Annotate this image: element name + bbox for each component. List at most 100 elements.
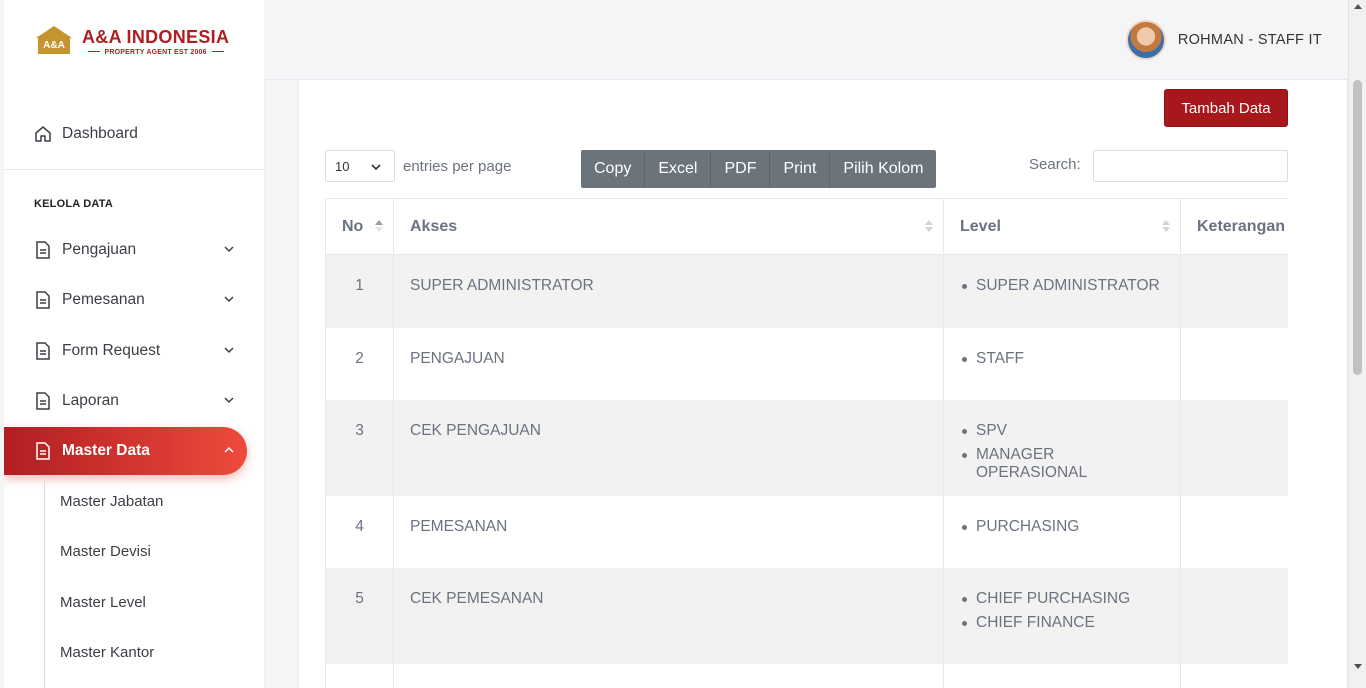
sidebar-item-label: Pengajuan [62, 241, 137, 258]
content-card: Tambah Data 10 entries per page Copy Exc… [298, 80, 1346, 688]
cell-akses: CEK PENGAJUAN [393, 399, 944, 496]
sidebar-item-form-request[interactable]: Form Request [4, 327, 247, 375]
cell-no: 5 [325, 567, 394, 664]
level-item: SPV [960, 422, 1164, 440]
column-visibility-button[interactable]: Pilih Kolom [830, 150, 936, 188]
chevron-down-icon [224, 347, 234, 354]
sidebar-subitem-master-kantor[interactable]: Master Kantor [60, 644, 154, 661]
level-item: SUPER ADMINISTRATOR [960, 277, 1164, 295]
level-item: PURCHASING [960, 518, 1164, 536]
table-row [325, 663, 1288, 688]
chevron-down-icon [224, 246, 234, 253]
top-header: ROHMAN - STAFF IT [264, 0, 1348, 80]
chevron-down-icon [224, 296, 234, 303]
excel-button[interactable]: Excel [645, 150, 712, 188]
print-button[interactable]: Print [770, 150, 831, 188]
document-icon [34, 392, 52, 410]
cell-level: STAFF [943, 327, 1181, 400]
sidebar-item-pemesanan[interactable]: Pemesanan [4, 276, 247, 324]
cell-level: CHIEF PURCHASING CHIEF FINANCE [943, 567, 1181, 664]
cell-keterangan [1180, 567, 1288, 664]
data-table-wrapper: No Akses Level Keterangan 1 SUPER ADMINI… [325, 198, 1288, 688]
column-header-no[interactable]: No [325, 198, 394, 255]
search-input[interactable] [1093, 150, 1288, 182]
cell-keterangan [1180, 327, 1288, 400]
entries-control: 10 entries per page [325, 150, 511, 182]
chevron-down-icon [371, 164, 381, 171]
document-icon [34, 241, 52, 259]
avatar[interactable] [1125, 20, 1166, 60]
cell-level: SPV MANAGER OPERASIONAL [943, 399, 1181, 496]
column-header-level[interactable]: Level [943, 198, 1181, 255]
sidebar-subitem-master-level[interactable]: Master Level [60, 594, 146, 611]
sidebar-item-master-data[interactable]: Master Data [4, 427, 247, 475]
scrollbar-thumb[interactable] [1353, 80, 1362, 375]
logo-mark-icon: A&A [34, 26, 74, 56]
column-header-keterangan[interactable]: Keterangan [1180, 198, 1288, 255]
add-data-button[interactable]: Tambah Data [1164, 89, 1288, 127]
sidebar-item-laporan[interactable]: Laporan [4, 377, 247, 425]
sort-asc-icon [375, 220, 383, 232]
brand-name: A&A INDONESIA [82, 26, 230, 47]
cell-no: 1 [325, 254, 394, 328]
user-name: ROHMAN - STAFF IT [1177, 32, 1322, 48]
cell-akses: PEMESANAN [393, 495, 944, 568]
table-row: 5 CEK PEMESANAN CHIEF PURCHASING CHIEF FI… [325, 567, 1288, 664]
brand-logo[interactable]: A&A A&A INDONESIA PROPERTY AGENT EST 200… [34, 26, 229, 56]
cell-level: SUPER ADMINISTRATOR [943, 254, 1181, 328]
level-item: MANAGER OPERASIONAL [960, 446, 1164, 482]
table-row: 3 CEK PENGAJUAN SPV MANAGER OPERASIONAL [325, 399, 1288, 496]
sidebar-subitem-master-jabatan[interactable]: Master Jabatan [60, 493, 163, 510]
cell-keterangan [1180, 495, 1288, 568]
cell-akses: PENGAJUAN [393, 327, 944, 400]
cell-no: 4 [325, 495, 394, 568]
sidebar-item-label: Master Data [62, 442, 150, 459]
column-header-akses[interactable]: Akses [393, 198, 944, 255]
data-table: No Akses Level Keterangan 1 SUPER ADMINI… [325, 198, 1288, 688]
cell-keterangan [1180, 399, 1288, 496]
export-button-group: Copy Excel PDF Print Pilih Kolom [581, 150, 937, 188]
document-icon [34, 342, 52, 360]
entries-per-page-select[interactable]: 10 [325, 150, 395, 182]
cell-no: 2 [325, 327, 394, 400]
cell-akses: SUPER ADMINISTRATOR [393, 254, 944, 328]
entries-label: entries per page [403, 157, 512, 175]
level-item: STAFF [960, 350, 1164, 368]
table-row: 2 PENGAJUAN STAFF [325, 327, 1288, 400]
copy-button[interactable]: Copy [581, 150, 646, 188]
table-header-row: No Akses Level Keterangan [325, 198, 1288, 255]
chevron-up-icon [224, 446, 234, 453]
cell-level: PURCHASING [943, 495, 1181, 568]
divider [4, 169, 264, 170]
entries-value: 10 [335, 158, 350, 174]
sidebar-item-label: Dashboard [62, 125, 138, 142]
submenu-line [44, 480, 45, 688]
cell-no: 3 [325, 399, 394, 496]
home-icon [34, 125, 52, 143]
level-item: CHIEF FINANCE [960, 614, 1164, 632]
section-label: KELOLA DATA [34, 198, 113, 210]
sidebar-item-label: Laporan [62, 392, 119, 409]
page-scrollbar[interactable] [1348, 0, 1366, 688]
chevron-down-icon [224, 397, 234, 404]
brand-tagline: PROPERTY AGENT EST 2006 [82, 49, 229, 56]
cell-akses: CEK PEMESANAN [393, 567, 944, 664]
table-row: 4 PEMESANAN PURCHASING [325, 495, 1288, 568]
cell-keterangan [1180, 254, 1288, 328]
sidebar: A&A A&A INDONESIA PROPERTY AGENT EST 200… [4, 0, 264, 688]
sort-icon [1162, 220, 1170, 232]
sidebar-item-label: Pemesanan [62, 291, 145, 308]
sort-icon [925, 220, 933, 232]
user-menu[interactable]: ROHMAN - STAFF IT [1125, 20, 1322, 60]
pdf-button[interactable]: PDF [711, 150, 771, 188]
scroll-up-icon[interactable] [1354, 4, 1362, 9]
table-row: 1 SUPER ADMINISTRATOR SUPER ADMINISTRATO… [325, 254, 1288, 328]
sidebar-item-dashboard[interactable]: Dashboard [4, 110, 247, 158]
document-icon [34, 291, 52, 309]
sidebar-item-pengajuan[interactable]: Pengajuan [4, 226, 247, 274]
search-label: Search: [1029, 156, 1081, 173]
scroll-down-icon[interactable] [1354, 664, 1362, 669]
document-icon [34, 442, 52, 460]
sidebar-item-label: Form Request [62, 342, 161, 359]
sidebar-subitem-master-devisi[interactable]: Master Devisi [60, 543, 151, 560]
